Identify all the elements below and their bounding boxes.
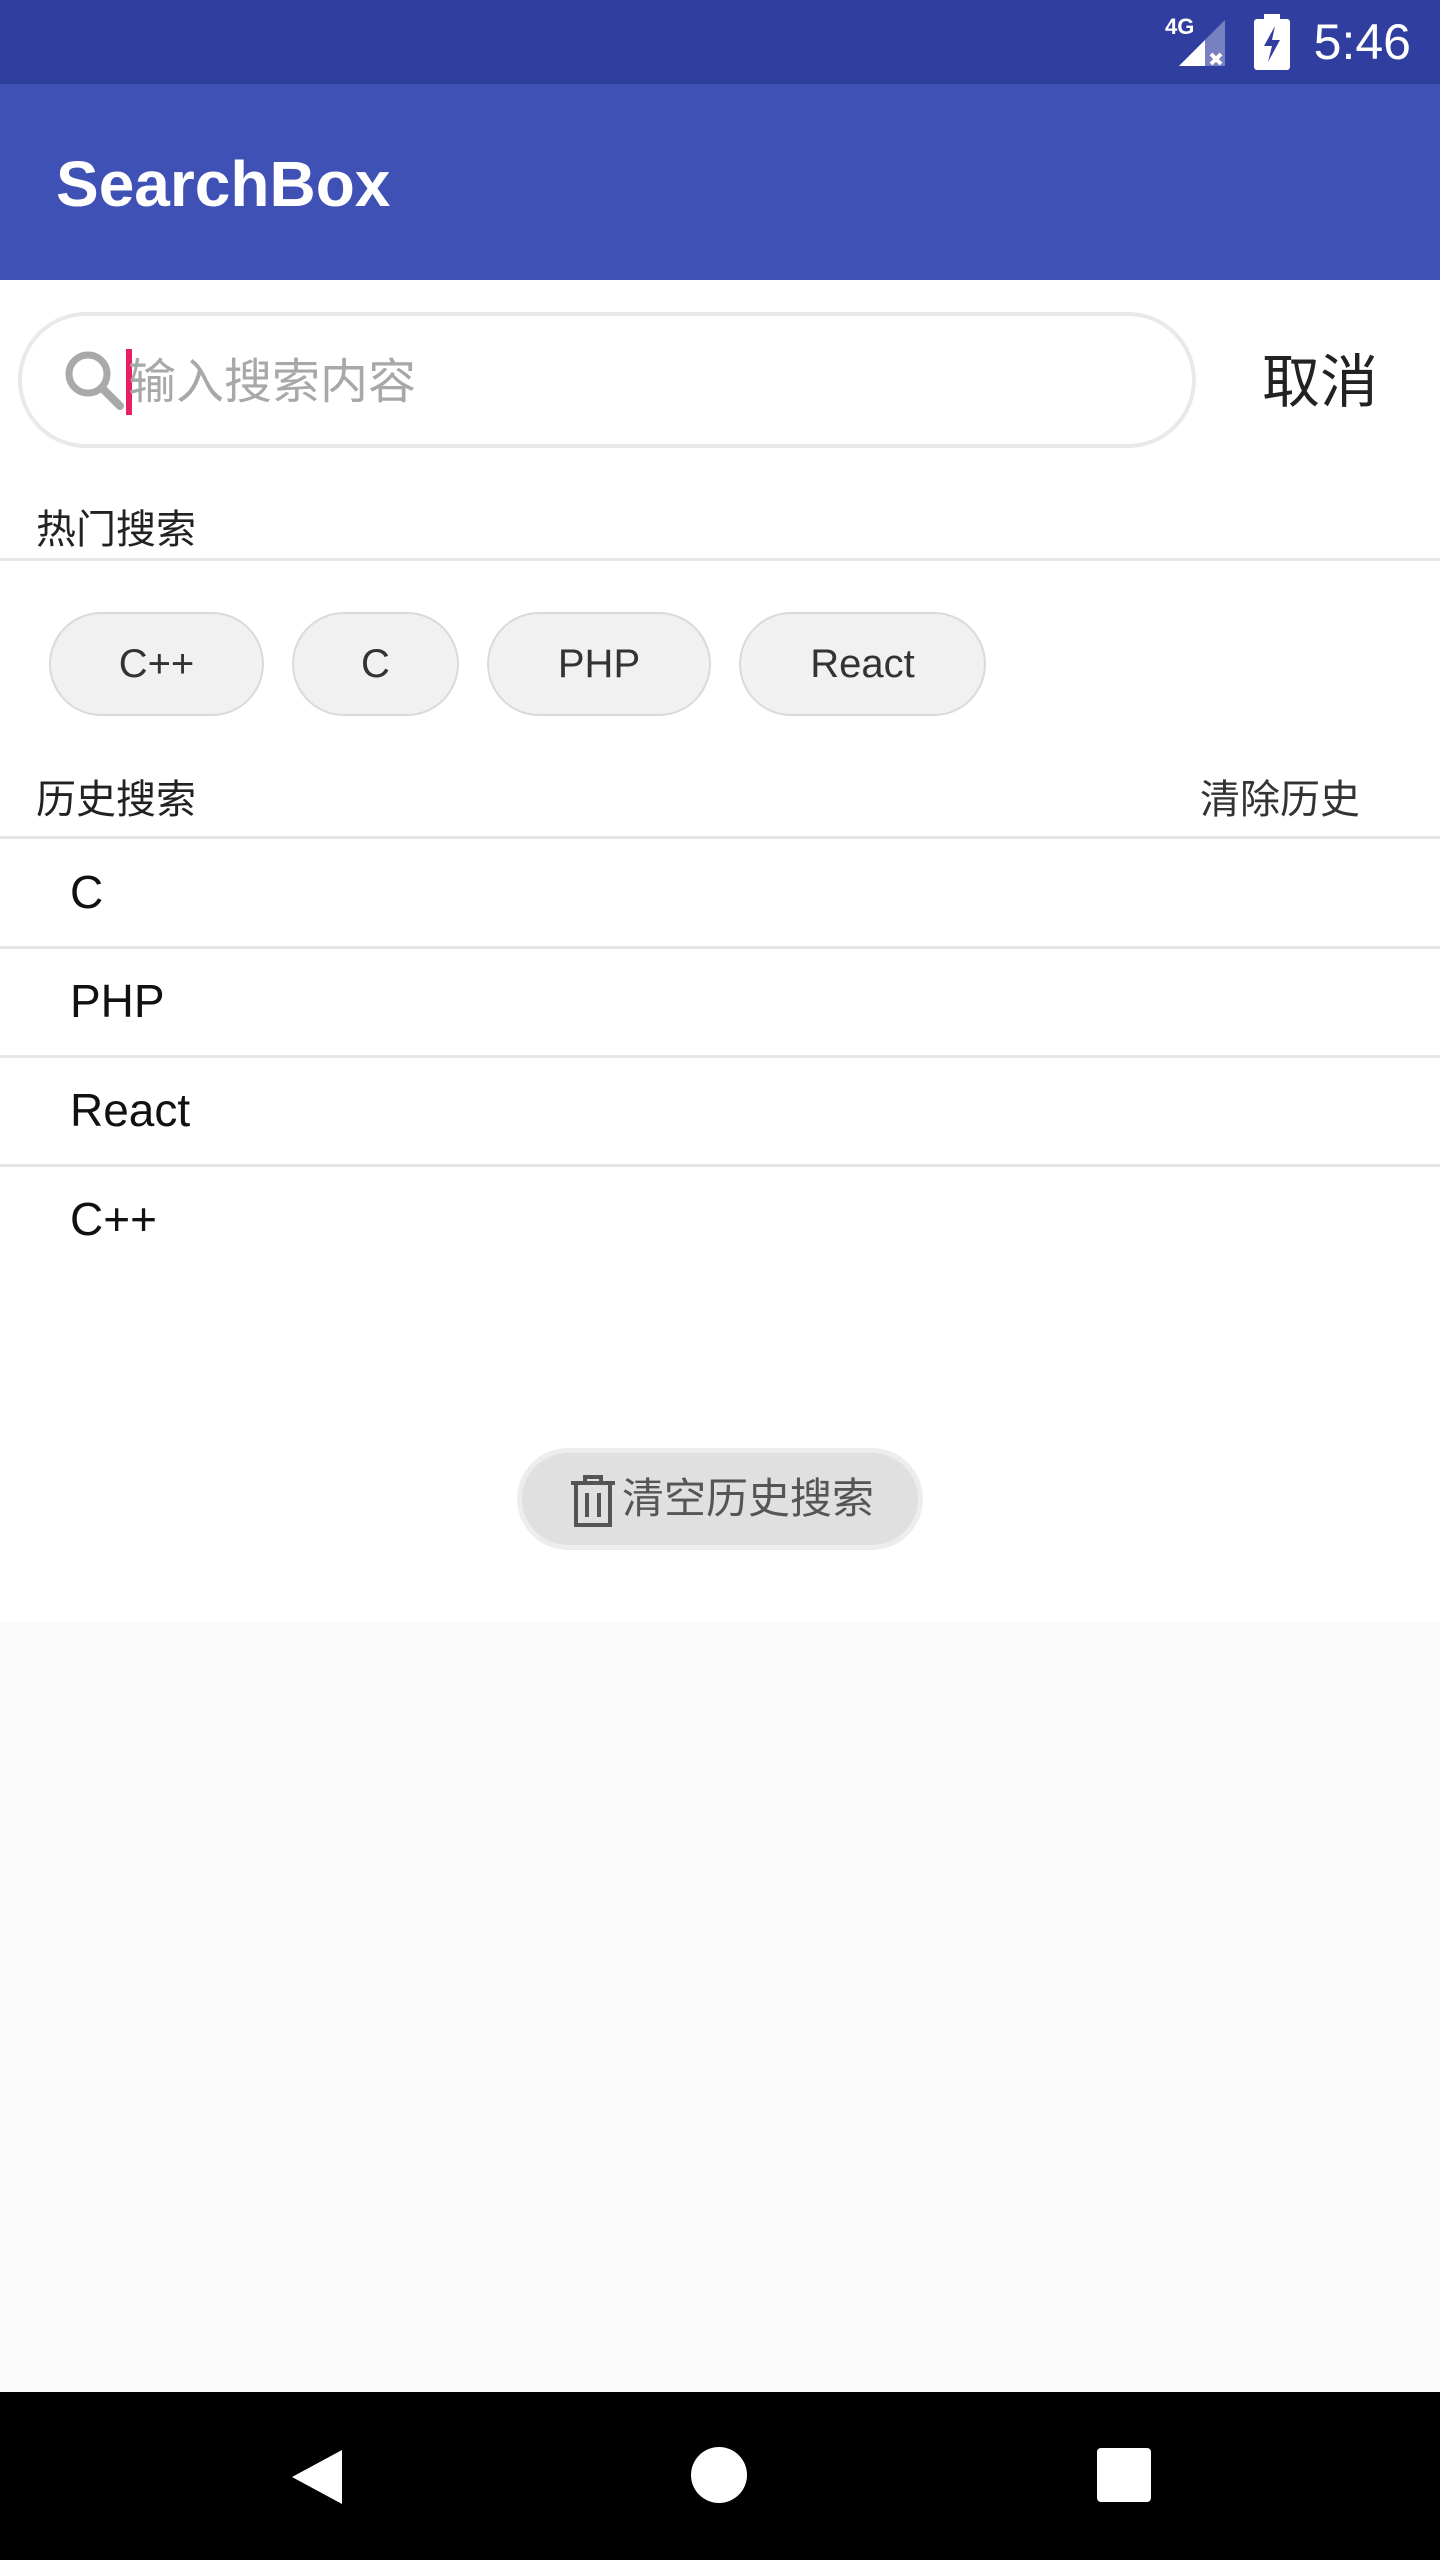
history-item[interactable]: C xyxy=(0,839,1440,946)
divider xyxy=(0,558,1440,561)
cancel-button[interactable]: 取消 xyxy=(1250,340,1390,424)
recents-icon[interactable] xyxy=(1097,2448,1151,2502)
clear-all-history-button[interactable]: 清空历史搜索 xyxy=(517,1448,923,1550)
trash-icon xyxy=(571,1475,615,1527)
history-item[interactable]: C++ xyxy=(0,1166,1440,1273)
history-item[interactable]: React xyxy=(0,1057,1440,1164)
home-icon[interactable] xyxy=(690,2446,748,2504)
history-item-label: C++ xyxy=(70,1193,157,1245)
history-search-title: 历史搜索 xyxy=(36,777,196,823)
hot-search-title: 热门搜索 xyxy=(36,507,196,553)
history-item-label: React xyxy=(70,1084,191,1136)
hot-tag[interactable]: C xyxy=(292,612,459,716)
search-icon xyxy=(65,351,124,410)
history-item[interactable]: PHP xyxy=(0,948,1440,1055)
signal-icon xyxy=(1179,20,1225,66)
history-item-label: C xyxy=(70,866,104,918)
status-time: 5:46 xyxy=(1313,14,1411,70)
hot-tag[interactable]: C++ xyxy=(49,612,264,716)
hot-tag[interactable]: PHP xyxy=(487,612,711,716)
clear-history-link[interactable]: 清除历史 xyxy=(1200,772,1360,828)
history-item-label: PHP xyxy=(70,975,165,1027)
clear-all-history-label: 清空历史搜索 xyxy=(622,1474,875,1523)
app-title: SearchBox xyxy=(56,148,391,220)
hot-tag[interactable]: React xyxy=(739,612,986,716)
search-input[interactable] xyxy=(128,340,1168,424)
battery-charging-icon xyxy=(1254,14,1290,70)
back-icon[interactable] xyxy=(288,2446,346,2508)
